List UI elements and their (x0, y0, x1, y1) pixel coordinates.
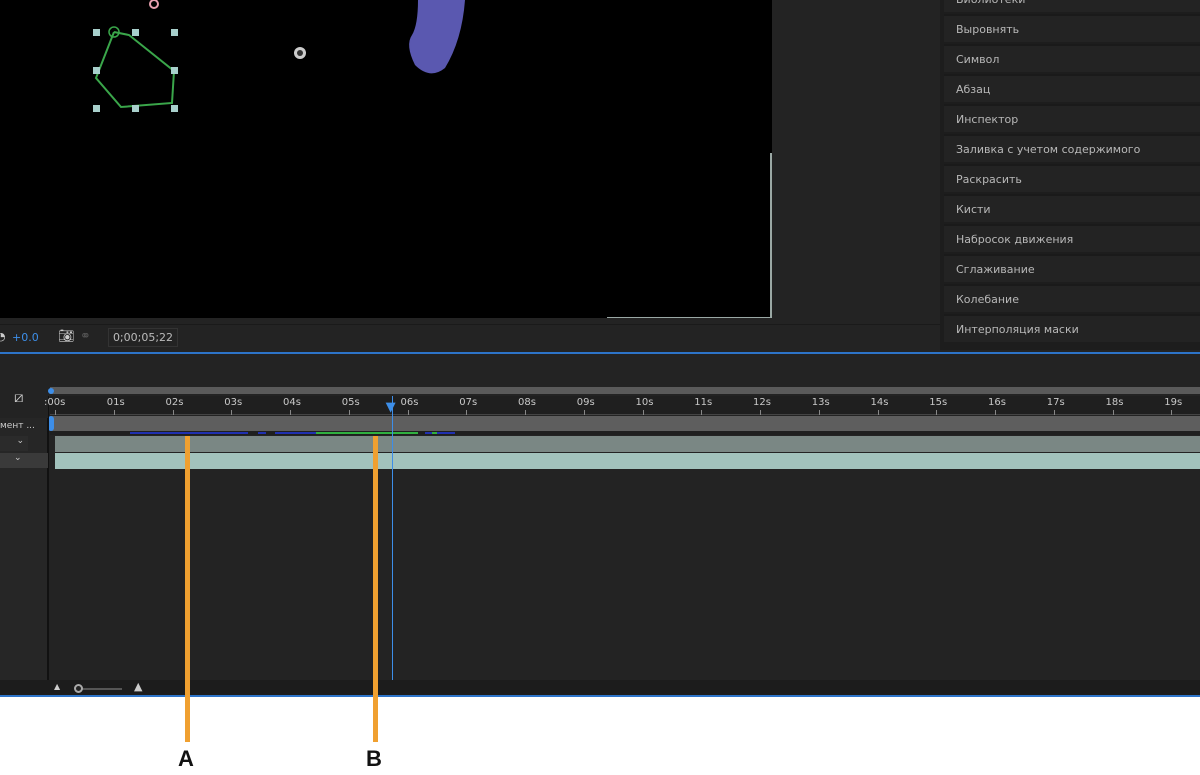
layer-bar-2[interactable] (55, 453, 1200, 469)
ruler-label: 16s (988, 397, 1006, 408)
ruler-label: 17s (1046, 397, 1065, 408)
zoom-out-icon[interactable]: ▲ (54, 682, 60, 691)
composition-viewer[interactable] (0, 0, 772, 319)
ruler-tick (877, 410, 879, 415)
time-navigator[interactable] (50, 387, 1200, 394)
ruler-tick (172, 410, 174, 415)
zoom-slider[interactable] (80, 688, 122, 690)
zoom-slider-thumb[interactable] (74, 684, 83, 693)
panel-item[interactable]: Интерполяция маски (944, 314, 1200, 342)
panel-item[interactable]: Заливка с учетом содержимого (944, 134, 1200, 162)
ruler-label: 11s (694, 397, 713, 408)
ruler-tick (936, 410, 938, 415)
ruler-tick (760, 410, 761, 415)
ruler-tick (407, 410, 409, 415)
annotation-line-a (185, 436, 190, 742)
ruler-tick (348, 410, 350, 415)
ruler-tick (701, 410, 703, 415)
timecode-display[interactable]: 0;00;05;22 (108, 328, 178, 347)
ruler-label: 13s (811, 397, 830, 408)
ruler-tick (995, 410, 996, 415)
ruler-tick (818, 410, 820, 415)
ruler-tick (290, 410, 291, 415)
ruler-tick (55, 410, 56, 415)
panel-item[interactable]: Колебание (944, 284, 1200, 312)
panel-item[interactable]: Раскрасить (944, 164, 1200, 192)
work-area-bar[interactable] (50, 416, 1200, 431)
panel-item[interactable]: Библиотеки (944, 0, 1200, 12)
anchor-point-icon (294, 47, 306, 59)
ruler-label: 02s (165, 397, 184, 408)
viewer-toolbar: ◔ +0.0 📷︎ ⚭ 0;00;05;22 (0, 324, 940, 350)
snapshot-camera-icon[interactable]: 📷︎ (58, 329, 75, 344)
panel-item[interactable]: Абзац (944, 74, 1200, 102)
ruler-label: 06s (400, 397, 419, 408)
panel-item[interactable]: Набросок движения (944, 224, 1200, 252)
ruler-label: 07s (459, 397, 478, 408)
ruler-tick (113, 410, 115, 415)
ruler-label: 09s (576, 397, 595, 408)
playhead-line[interactable] (391, 396, 393, 680)
ruler-label: 01s (106, 397, 125, 408)
exposure-value[interactable]: +0.0 (12, 331, 39, 344)
annotation-line-b (373, 436, 378, 742)
ruler-label: 04s (283, 397, 301, 408)
ruler-tick (1112, 410, 1114, 415)
panel-item[interactable]: Кисти (944, 194, 1200, 222)
ruler-label: 08s (518, 397, 536, 408)
ruler-tick (1171, 410, 1173, 415)
ruler-label: 18s (1105, 397, 1124, 408)
panel-item[interactable]: Инспектор (944, 104, 1200, 132)
ruler-label: 15s (929, 397, 948, 408)
panels-list: Библиотеки ВыровнятьСимволАбзацИнспекторЗ… (940, 0, 1200, 350)
zoom-in-icon[interactable]: ▲ (134, 680, 142, 693)
navigator-start-handle[interactable] (48, 388, 54, 394)
ruler-label: 14s (870, 397, 889, 408)
ruler-label: 05s (341, 397, 360, 408)
ruler-tick (466, 410, 468, 415)
layer-bar-1[interactable] (55, 436, 1200, 452)
layer-column-header: мент ... (0, 421, 35, 431)
ruler-label: :00s (44, 397, 66, 408)
panel-divider-bottom (0, 695, 1200, 697)
layer-2-expand[interactable]: ⌄ (0, 453, 48, 468)
ruler-tick (1053, 410, 1055, 415)
ruler-tick (525, 410, 526, 415)
graph-editor-icon[interactable]: ⧄ (14, 388, 24, 406)
ruler-tick (642, 410, 644, 415)
show-snapshot-icon[interactable]: ⚭ (80, 329, 91, 344)
layer-1-expand[interactable]: ⌄ (0, 436, 28, 451)
ruler-label: 03s (224, 397, 243, 408)
annotation-label-b: B (366, 746, 382, 771)
ruler-tick (231, 410, 233, 415)
time-ruler[interactable] (50, 396, 1200, 415)
render-cache-bar (50, 431, 1200, 435)
panel-item[interactable]: Сглаживание (944, 254, 1200, 282)
annotation-label-a: A (178, 746, 194, 771)
ruler-tick (583, 410, 585, 415)
exposure-icon[interactable]: ◔ (0, 330, 6, 343)
panel-item[interactable]: Символ (944, 44, 1200, 72)
ruler-label: 12s (753, 397, 771, 408)
after-effects-window: Библиотеки ВыровнятьСимволАбзацИнспекторЗ… (0, 0, 1200, 697)
playhead-handle[interactable]: ▼ (386, 400, 396, 415)
panel-item[interactable]: Выровнять (944, 14, 1200, 42)
ruler-label: 10s (635, 397, 654, 408)
mask-path[interactable] (0, 0, 772, 319)
ruler-label: 19s (1164, 397, 1183, 408)
